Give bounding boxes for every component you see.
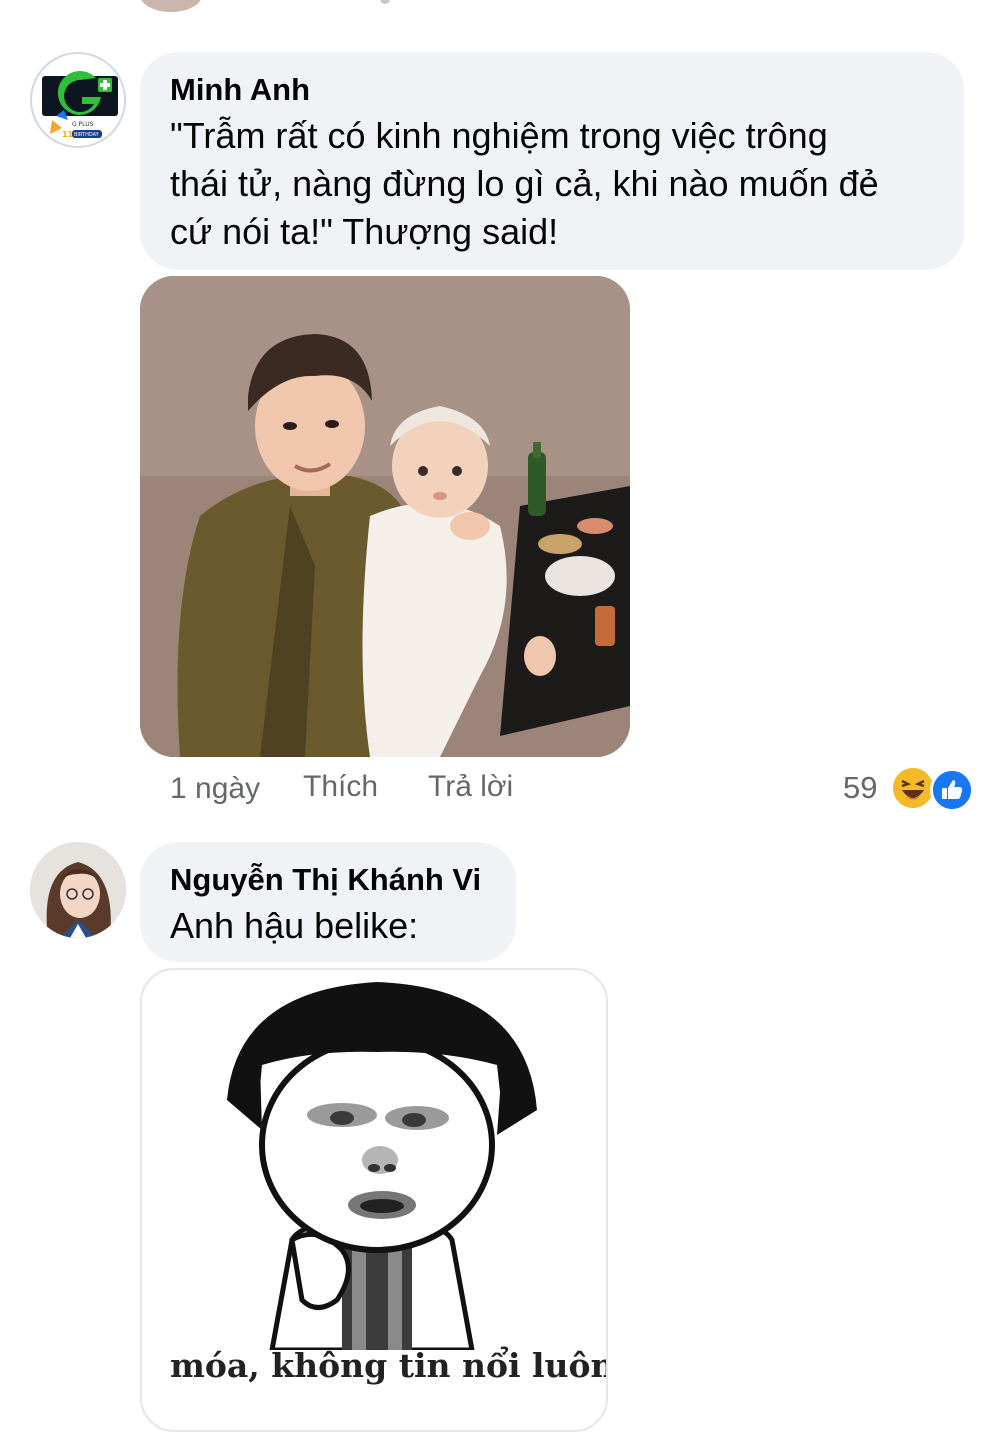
svg-text:BIRTHDAY: BIRTHDAY (74, 132, 100, 138)
comment-text-line: Anh hậu belike: (170, 905, 419, 946)
avatar[interactable]: G PLUS 11 BIRTHDAY (30, 52, 126, 148)
bowl-cut-meme-face-icon (227, 982, 537, 1350)
like-button[interactable]: Thích (303, 770, 378, 804)
haha-icon (893, 768, 933, 808)
profile-photo-icon (30, 842, 126, 938)
comment-photo[interactable] (140, 276, 630, 757)
comment-text-line: cứ nói ta!" Thượng said! (170, 211, 559, 252)
man-holding-baby-photo-icon (140, 276, 630, 757)
reaction-count[interactable]: 59 (843, 770, 877, 806)
like-icon (930, 768, 974, 812)
avatar[interactable] (30, 842, 126, 938)
comment-text-line: thái tử, nàng đừng lo gì cả, khi nào muố… (170, 163, 879, 204)
comment-author[interactable]: Nguyễn Thị Khánh Vi (170, 862, 481, 898)
comment-meme-image[interactable]: móa, không tin nổi luôn á (140, 968, 608, 1432)
previous-comment-remnant (380, 0, 390, 4)
comment-time: 1 ngày (170, 772, 261, 805)
svg-text:G PLUS: G PLUS (72, 121, 94, 128)
reply-button[interactable]: Trả lời (428, 770, 513, 804)
svg-text:11: 11 (62, 130, 74, 139)
comment-author[interactable]: Minh Anh (170, 72, 310, 108)
comment-text-line: "Trẫm rất có kinh nghiệm trong việc trôn… (170, 115, 828, 156)
g-plus-logo-icon: G PLUS 11 BIRTHDAY (34, 56, 124, 146)
meme-caption: móa, không tin nổi luôn á (170, 1346, 608, 1385)
previous-comment-avatar (140, 0, 202, 12)
